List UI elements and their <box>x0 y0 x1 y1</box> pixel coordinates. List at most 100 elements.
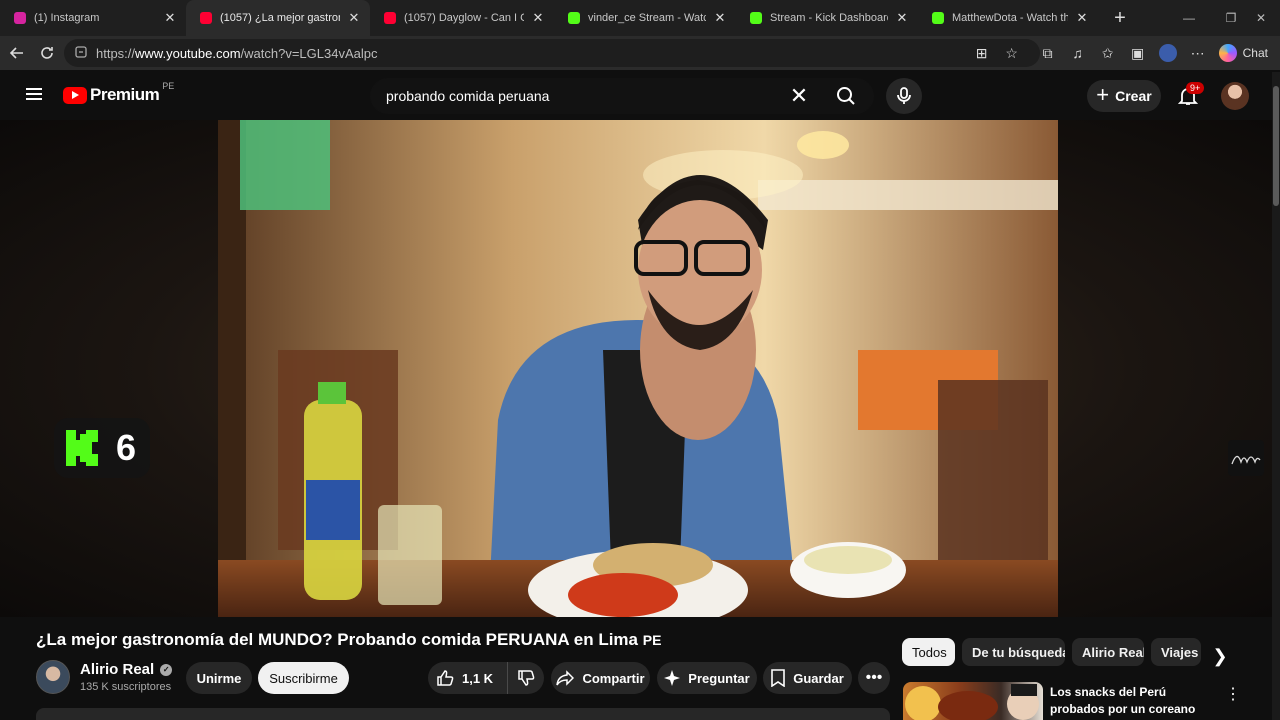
minimize-button[interactable]: — <box>1166 0 1212 36</box>
chip-todos[interactable]: Todos <box>902 638 955 666</box>
video-title-text: ¿La mejor gastronomía del MUNDO? Proband… <box>36 630 638 649</box>
video-scene-image <box>218 120 1058 617</box>
browser-tab-dayglow[interactable]: (1057) Dayglow - Can I Call Yo ✕ <box>370 0 554 36</box>
description-box[interactable] <box>36 708 890 720</box>
browser-tab-kick-vinder[interactable]: vinder_ce Stream - Watch Live ✕ <box>554 0 736 36</box>
recommendation-thumbnail[interactable] <box>903 682 1043 720</box>
like-count: 1,1 K <box>462 670 494 686</box>
chip-alirio-real[interactable]: Alirio Real <box>1072 638 1144 666</box>
menu-icon[interactable] <box>22 85 46 105</box>
browser-tab-strip: (1) Instagram ✕ (1057) ¿La mejor gastron… <box>0 0 1280 36</box>
verified-check-icon: ✓ <box>160 663 173 676</box>
share-label: Compartir <box>582 670 645 686</box>
more-horizontal-icon: ••• <box>865 669 883 686</box>
user-avatar[interactable] <box>1221 82 1249 110</box>
channel-watermark[interactable] <box>1228 440 1264 476</box>
close-icon[interactable]: ✕ <box>162 10 178 26</box>
favorites-icon[interactable]: ✩ <box>1093 38 1123 68</box>
dislike-button[interactable] <box>508 669 544 687</box>
tab-label: (1057) Dayglow - Can I Call Yo <box>404 12 524 24</box>
site-info-icon[interactable] <box>74 45 88 62</box>
browser-tab-matthewdota[interactable]: MatthewDota - Watch the VOD ✕ <box>918 0 1098 36</box>
back-button[interactable] <box>2 38 32 68</box>
youtube-header: Premium PE probando comida peruana ✕ + C… <box>0 72 1272 120</box>
close-icon[interactable]: ✕ <box>712 10 728 26</box>
browser-toolbar: https://www.youtube.com/watch?v=LGL34vAa… <box>0 36 1280 70</box>
search-button[interactable] <box>819 79 873 113</box>
reload-icon <box>41 47 53 59</box>
copilot-button[interactable]: Chat <box>1213 38 1268 68</box>
kick-logo-icon <box>66 430 98 466</box>
close-icon[interactable]: ✕ <box>1074 10 1090 26</box>
search-box: probando comida peruana ✕ <box>370 78 874 114</box>
browser-tab-kick-dashboard[interactable]: Stream - Kick Dashboard ✕ <box>736 0 918 36</box>
youtube-logo[interactable]: Premium PE <box>63 81 174 105</box>
kick-overlay-number: 6 <box>116 427 137 468</box>
channel-name-text[interactable]: Alirio Real <box>80 661 154 678</box>
tab-label: (1057) ¿La mejor gastronomía <box>220 12 340 24</box>
join-label: Unirme <box>196 670 242 686</box>
tab-label: Stream - Kick Dashboard <box>770 12 888 24</box>
like-dislike-group: 1,1 K <box>428 662 544 694</box>
youtube-icon <box>384 12 396 24</box>
settings-more-icon[interactable]: ⋯ <box>1183 38 1213 68</box>
app-install-icon[interactable]: ⊞ <box>967 38 997 68</box>
join-button[interactable]: Unirme <box>186 662 252 694</box>
video-title-tag: PE <box>642 632 662 648</box>
more-actions-button[interactable]: ••• <box>858 662 890 694</box>
subscribe-button[interactable]: Suscribirme <box>258 662 349 694</box>
browser-tab-youtube-active[interactable]: (1057) ¿La mejor gastronomía ✕ <box>186 0 370 36</box>
ask-button[interactable]: Preguntar <box>657 662 757 694</box>
create-label: Crear <box>1115 88 1152 104</box>
collections-icon[interactable]: ▣ <box>1123 38 1153 68</box>
extensions-icon[interactable]: ⧉ <box>1033 38 1063 68</box>
youtube-icon <box>200 12 212 24</box>
toolbar-icons: ⊞ ☆ ⧉ ♫ ✩ ▣ ⋯ Chat <box>967 36 1268 70</box>
chip-viajes[interactable]: Viajes <box>1151 638 1201 666</box>
search-input[interactable]: probando comida peruana <box>371 88 779 104</box>
close-icon[interactable]: ✕ <box>894 10 910 26</box>
notification-badge: 9+ <box>1186 82 1205 94</box>
profile-avatar[interactable] <box>1153 38 1183 68</box>
save-label: Guardar <box>793 670 844 686</box>
search-icon <box>837 87 855 105</box>
window-close-button[interactable]: ✕ <box>1238 0 1280 36</box>
chevron-right-icon[interactable]: ❯ <box>1206 642 1234 670</box>
tab-label: vinder_ce Stream - Watch Live <box>588 12 706 24</box>
sparkle-icon <box>664 670 681 686</box>
kick-icon <box>932 12 944 24</box>
clear-search-icon[interactable]: ✕ <box>779 83 819 109</box>
bookmark-icon <box>771 669 786 687</box>
save-button[interactable]: Guardar <box>763 662 852 694</box>
close-icon[interactable]: ✕ <box>530 10 546 26</box>
chip-de-tu-busqueda[interactable]: De tu búsqueda <box>962 638 1065 666</box>
video-player[interactable]: 6 <box>0 120 1272 617</box>
share-arrow-icon <box>556 670 575 686</box>
channel-name[interactable]: Alirio Real ✓ <box>80 661 173 678</box>
reload-button[interactable] <box>32 38 62 68</box>
kick-overlay-badge: 6 <box>54 418 150 478</box>
kick-icon <box>750 12 762 24</box>
channel-avatar[interactable] <box>36 660 70 694</box>
close-icon[interactable]: ✕ <box>346 10 362 26</box>
new-tab-button[interactable]: + <box>1104 7 1136 30</box>
kebab-menu-icon[interactable]: ⋮ <box>1225 684 1241 704</box>
plus-icon: + <box>1096 82 1110 107</box>
video-frame[interactable] <box>218 120 1058 617</box>
tab-label: (1) Instagram <box>34 12 100 24</box>
instagram-icon <box>14 12 26 24</box>
read-aloud-icon[interactable]: ♫ <box>1063 38 1093 68</box>
create-button[interactable]: + Crear <box>1087 80 1161 112</box>
share-button[interactable]: Compartir <box>551 662 650 694</box>
address-bar[interactable]: https://www.youtube.com/watch?v=LGL34vAa… <box>64 39 1040 67</box>
scrollbar-thumb[interactable] <box>1273 86 1279 206</box>
favorite-star-icon[interactable]: ☆ <box>997 38 1027 68</box>
page-scrollbar[interactable] <box>1272 72 1280 720</box>
notifications-button[interactable]: 9+ <box>1172 80 1205 112</box>
ask-label: Preguntar <box>688 670 750 686</box>
voice-search-button[interactable] <box>886 78 922 114</box>
like-button[interactable]: 1,1 K <box>428 662 508 694</box>
recommendation-title[interactable]: Los snacks del Perú probados por un core… <box>1050 684 1220 718</box>
browser-tab-instagram[interactable]: (1) Instagram ✕ <box>0 0 186 36</box>
url-prefix: https:// <box>96 45 136 61</box>
